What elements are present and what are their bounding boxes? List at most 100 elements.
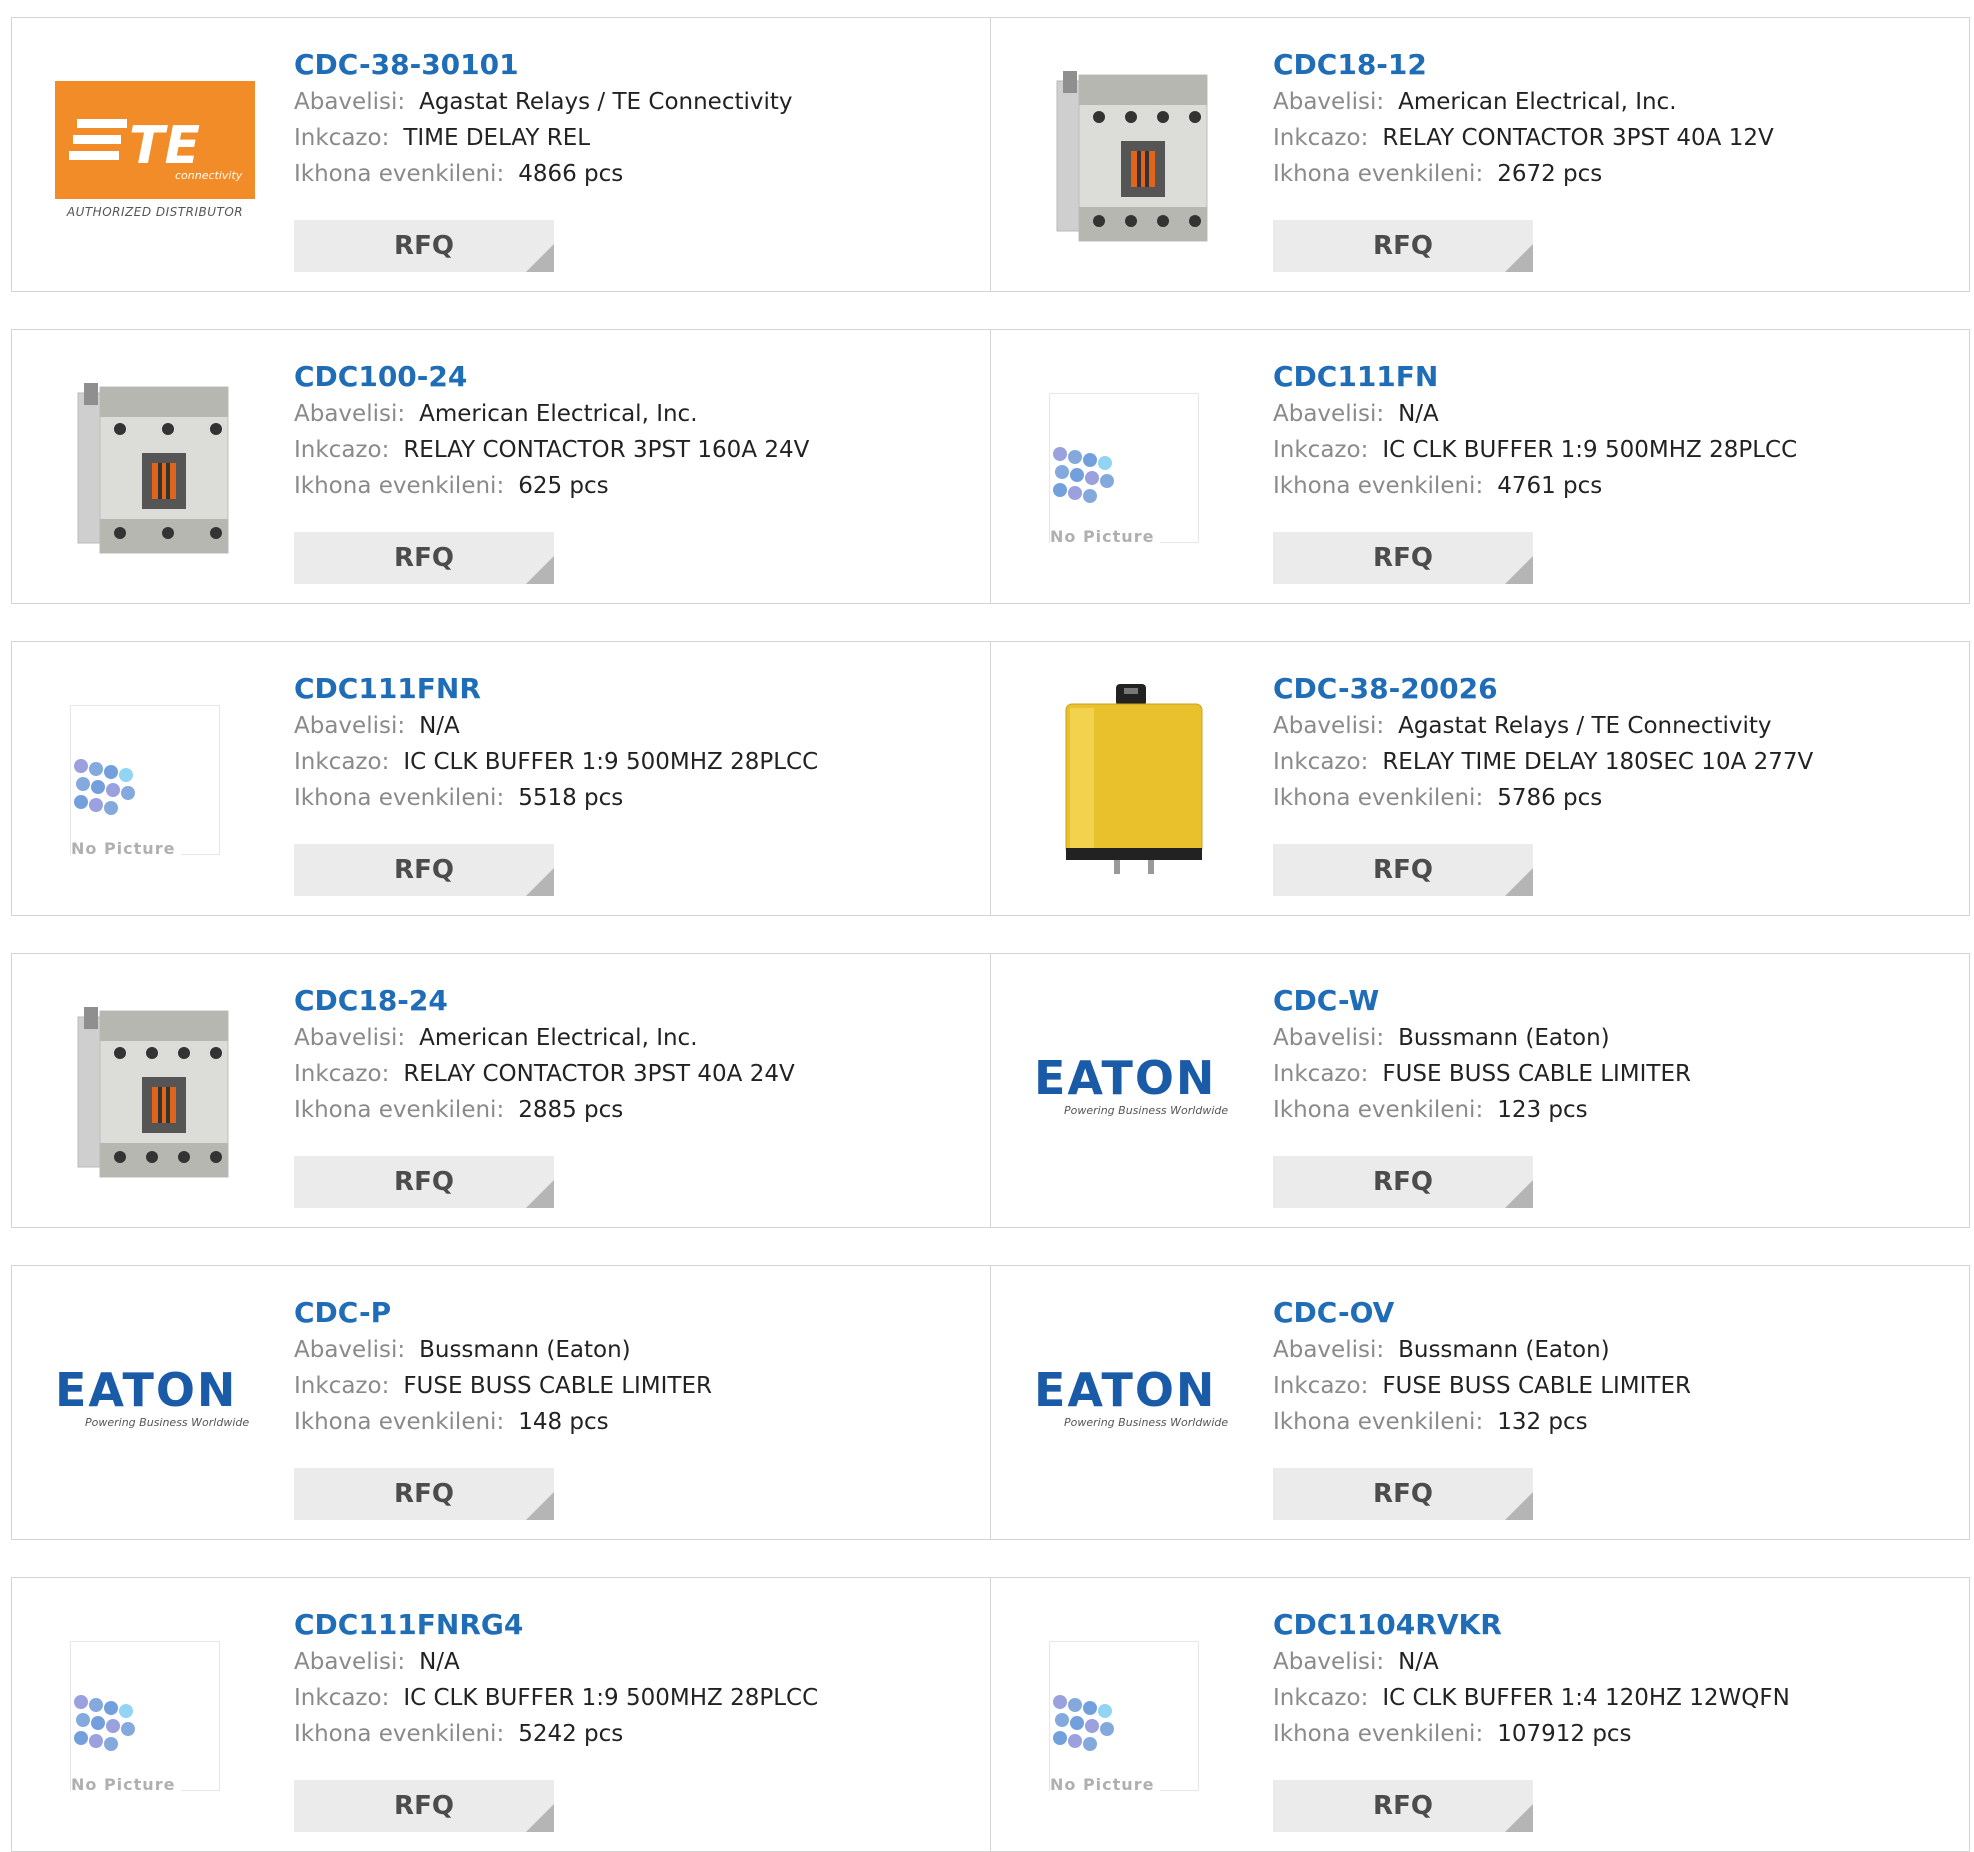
part-number-link[interactable]: CDC111FNR bbox=[294, 670, 970, 708]
no-picture-image: No Picture bbox=[1049, 1641, 1199, 1794]
manufacturer-row-value: American Electrical, Inc. bbox=[1398, 89, 1677, 115]
description-row: Inkcazo: RELAY CONTACTOR 3PST 40A 24V bbox=[294, 1056, 970, 1092]
no-picture-image: No Picture bbox=[70, 1641, 220, 1794]
rfq-button[interactable]: RFQ bbox=[294, 844, 554, 896]
part-number-link[interactable]: CDC-W bbox=[1273, 982, 1949, 1020]
part-number-link[interactable]: CDC18-24 bbox=[294, 982, 970, 1020]
description-row-label: Inkcazo: bbox=[294, 1061, 390, 1087]
manufacturer-row: Abavelisi: American Electrical, Inc. bbox=[1273, 84, 1949, 120]
corner-triangle-icon bbox=[526, 1492, 554, 1520]
product-image[interactable]: No Picture bbox=[1029, 378, 1239, 558]
part-number-link[interactable]: CDC1104RVKR bbox=[1273, 1606, 1949, 1644]
manufacturer-row-value: American Electrical, Inc. bbox=[419, 401, 698, 427]
rfq-button[interactable]: RFQ bbox=[294, 1780, 554, 1832]
corner-triangle-icon bbox=[1505, 1492, 1533, 1520]
product-info: CDC18-12 Abavelisi: American Electrical, I… bbox=[1273, 46, 1949, 192]
rfq-button-label: RFQ bbox=[394, 1791, 454, 1821]
product-image[interactable]: TE connectivity AUTHORIZED DISTRIBUTOR bbox=[50, 66, 260, 246]
product-card: CDC-38-20026 Abavelisi: Agastat Relays / T… bbox=[991, 641, 1970, 916]
stock-row-label: Ikhona evenkileni: bbox=[1273, 785, 1484, 811]
product-grid: TE connectivity AUTHORIZED DISTRIBUTOR CDC-… bbox=[0, 0, 1974, 1852]
description-row-label: Inkcazo: bbox=[1273, 1373, 1369, 1399]
rfq-button[interactable]: RFQ bbox=[1273, 1156, 1533, 1208]
product-card: No Picture CDC111FN Abavelisi: N/A Inkcazo: I… bbox=[991, 329, 1970, 604]
product-image[interactable]: EATON Powering Business Worldwide bbox=[50, 1314, 260, 1494]
product-info: CDC1104RVKR Abavelisi: N/A Inkcazo: IC CLK B… bbox=[1273, 1606, 1949, 1752]
rfq-button[interactable]: RFQ bbox=[1273, 1780, 1533, 1832]
rfq-button[interactable]: RFQ bbox=[1273, 532, 1533, 584]
stock-row: Ikhona evenkileni: 132 pcs bbox=[1273, 1404, 1949, 1440]
part-number-link[interactable]: CDC-OV bbox=[1273, 1294, 1949, 1332]
rfq-button-label: RFQ bbox=[1373, 855, 1433, 885]
no-picture-label: No Picture bbox=[71, 839, 182, 858]
corner-triangle-icon bbox=[1505, 244, 1533, 272]
stock-row-label: Ikhona evenkileni: bbox=[294, 1097, 505, 1123]
product-card: EATON Powering Business Worldwide CDC-OV Ab… bbox=[991, 1265, 1970, 1540]
part-number-link[interactable]: CDC100-24 bbox=[294, 358, 970, 396]
product-image[interactable]: EATON Powering Business Worldwide bbox=[1029, 1314, 1239, 1494]
corner-triangle-icon bbox=[526, 1180, 554, 1208]
part-number-link[interactable]: CDC18-12 bbox=[1273, 46, 1949, 84]
description-row-value: FUSE BUSS CABLE LIMITER bbox=[1382, 1061, 1691, 1087]
rfq-button[interactable]: RFQ bbox=[294, 1156, 554, 1208]
eaton-logo: EATON Powering Business Worldwide bbox=[55, 1363, 250, 1429]
part-number-link[interactable]: CDC111FN bbox=[1273, 358, 1949, 396]
product-image[interactable] bbox=[1029, 66, 1239, 246]
eaton-logo: EATON Powering Business Worldwide bbox=[1034, 1363, 1229, 1429]
manufacturer-row-label: Abavelisi: bbox=[1273, 401, 1385, 427]
manufacturer-row-label: Abavelisi: bbox=[294, 89, 406, 115]
corner-triangle-icon bbox=[526, 1804, 554, 1832]
description-row-label: Inkcazo: bbox=[294, 1685, 390, 1711]
description-row-value: RELAY TIME DELAY 180SEC 10A 277V bbox=[1382, 749, 1814, 775]
product-image[interactable] bbox=[50, 1002, 260, 1182]
description-row-value: IC CLK BUFFER 1:4 120HZ 12WQFN bbox=[1382, 1685, 1790, 1711]
rfq-button[interactable]: RFQ bbox=[1273, 220, 1533, 272]
stock-row: Ikhona evenkileni: 107912 pcs bbox=[1273, 1716, 1949, 1752]
product-info: CDC18-24 Abavelisi: American Electrical, I… bbox=[294, 982, 970, 1128]
description-row-value: IC CLK BUFFER 1:9 500MHZ 28PLCC bbox=[1382, 437, 1798, 463]
part-number-link[interactable]: CDC-P bbox=[294, 1294, 970, 1332]
product-image[interactable]: No Picture bbox=[50, 1626, 260, 1806]
rfq-button-label: RFQ bbox=[1373, 1479, 1433, 1509]
rfq-button-label: RFQ bbox=[394, 1479, 454, 1509]
no-picture-icon bbox=[74, 759, 135, 815]
manufacturer-row-value: American Electrical, Inc. bbox=[419, 1025, 698, 1051]
rfq-button[interactable]: RFQ bbox=[294, 1468, 554, 1520]
stock-row: Ikhona evenkileni: 4761 pcs bbox=[1273, 468, 1949, 504]
description-row: Inkcazo: IC CLK BUFFER 1:4 120HZ 12WQFN bbox=[1273, 1680, 1949, 1716]
part-number-link[interactable]: CDC-38-30101 bbox=[294, 46, 970, 84]
description-row-value: IC CLK BUFFER 1:9 500MHZ 28PLCC bbox=[403, 1685, 819, 1711]
product-image[interactable] bbox=[1029, 684, 1239, 874]
product-image[interactable] bbox=[50, 378, 260, 558]
manufacturer-row: Abavelisi: N/A bbox=[1273, 396, 1949, 432]
no-picture-image: No Picture bbox=[70, 705, 220, 858]
product-image[interactable]: EATON Powering Business Worldwide bbox=[1029, 1002, 1239, 1182]
description-row-label: Inkcazo: bbox=[1273, 749, 1369, 775]
manufacturer-row: Abavelisi: N/A bbox=[1273, 1644, 1949, 1680]
product-image[interactable]: No Picture bbox=[50, 690, 260, 870]
rfq-button[interactable]: RFQ bbox=[294, 532, 554, 584]
part-number-link[interactable]: CDC111FNRG4 bbox=[294, 1606, 970, 1644]
description-row: Inkcazo: RELAY TIME DELAY 180SEC 10A 277V bbox=[1273, 744, 1949, 780]
description-row: Inkcazo: RELAY CONTACTOR 3PST 40A 12V bbox=[1273, 120, 1949, 156]
rfq-button[interactable]: RFQ bbox=[1273, 844, 1533, 896]
stock-row-label: Ikhona evenkileni: bbox=[1273, 1097, 1484, 1123]
corner-triangle-icon bbox=[526, 868, 554, 896]
stock-row-label: Ikhona evenkileni: bbox=[294, 473, 505, 499]
stock-row: Ikhona evenkileni: 4866 pcs bbox=[294, 156, 970, 192]
manufacturer-row-value: N/A bbox=[1398, 401, 1439, 427]
rfq-button[interactable]: RFQ bbox=[1273, 1468, 1533, 1520]
product-card: No Picture CDC111FNRG4 Abavelisi: N/A Inkcaz… bbox=[11, 1577, 991, 1852]
rfq-button[interactable]: RFQ bbox=[294, 220, 554, 272]
no-picture-label: No Picture bbox=[1050, 1775, 1161, 1794]
manufacturer-row-label: Abavelisi: bbox=[294, 1649, 406, 1675]
stock-row: Ikhona evenkileni: 5242 pcs bbox=[294, 1716, 970, 1752]
part-number-link[interactable]: CDC-38-20026 bbox=[1273, 670, 1949, 708]
rfq-button-label: RFQ bbox=[394, 855, 454, 885]
corner-triangle-icon bbox=[1505, 556, 1533, 584]
manufacturer-row-label: Abavelisi: bbox=[294, 401, 406, 427]
stock-row-label: Ikhona evenkileni: bbox=[1273, 161, 1484, 187]
description-row-label: Inkcazo: bbox=[294, 437, 390, 463]
product-image[interactable]: No Picture bbox=[1029, 1626, 1239, 1806]
manufacturer-row-value: Bussmann (Eaton) bbox=[419, 1337, 631, 1363]
